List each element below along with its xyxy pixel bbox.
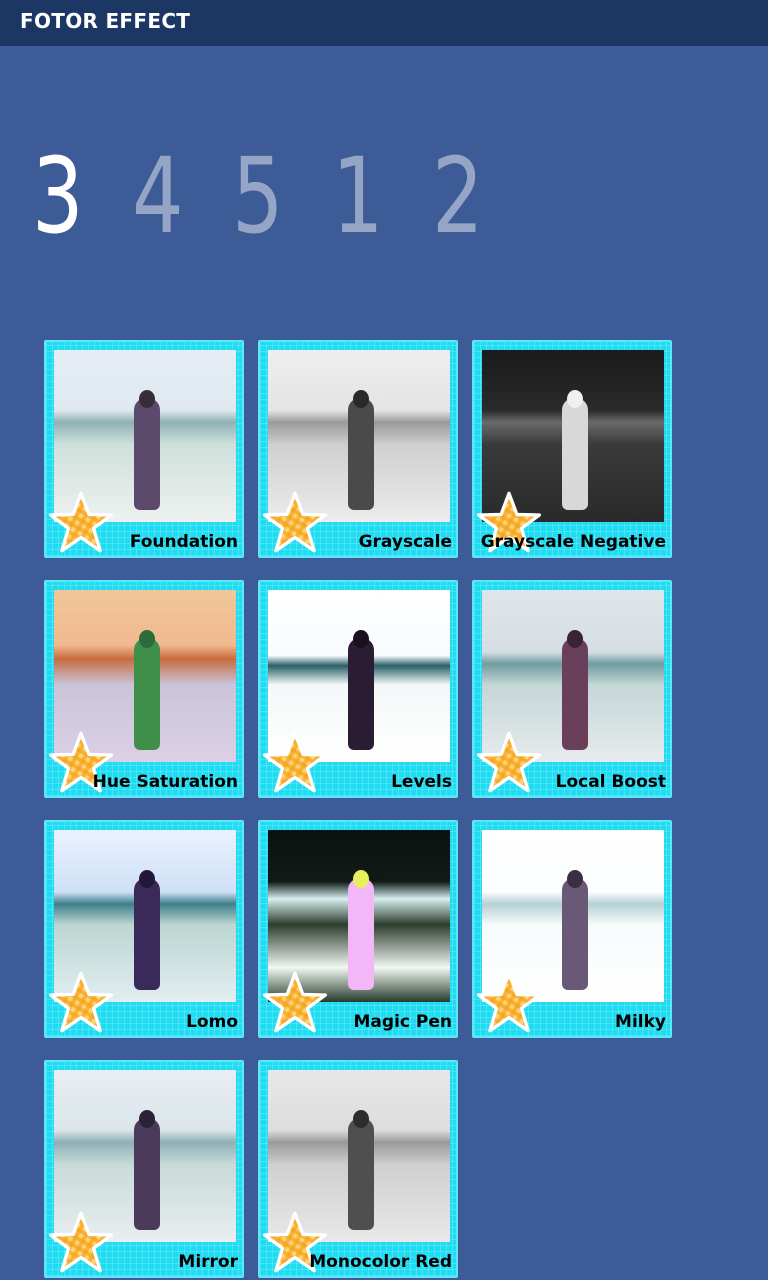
effect-label: Levels	[391, 772, 452, 792]
star-icon	[48, 490, 114, 556]
effect-label: Hue Saturation	[92, 772, 238, 792]
app-title: FOTOR EFFECT	[20, 9, 191, 33]
star-icon	[262, 490, 328, 556]
star-icon	[476, 970, 542, 1036]
effect-tile-mirror[interactable]: Mirror	[44, 1060, 244, 1278]
effect-label: Foundation	[129, 532, 238, 552]
star-icon	[476, 730, 542, 796]
pivot-header: 3 4 5 1 2	[32, 128, 532, 248]
effect-tile-milky[interactable]: Milky	[472, 820, 672, 1038]
effect-tile-monocolor-red[interactable]: Monocolor Red	[258, 1060, 458, 1278]
effect-label: Grayscale Negative	[480, 532, 666, 552]
pivot-item-3[interactable]: 3	[32, 144, 84, 248]
effect-label: Milky	[615, 1012, 666, 1032]
effect-label: Grayscale	[358, 532, 452, 552]
effect-label: Mirror	[178, 1252, 238, 1272]
effect-tile-levels[interactable]: Levels	[258, 580, 458, 798]
effect-label: Local Boost	[555, 772, 666, 792]
star-icon	[262, 970, 328, 1036]
pivot-item-2[interactable]: 2	[432, 144, 484, 248]
effect-label: Monocolor Red	[309, 1252, 452, 1272]
star-icon	[48, 1210, 114, 1276]
pivot-item-1[interactable]: 1	[332, 144, 384, 248]
effect-tile-grayscale-negative[interactable]: Grayscale Negative	[472, 340, 672, 558]
effect-label: Lomo	[186, 1012, 238, 1032]
pivot-item-4[interactable]: 4	[132, 144, 184, 248]
effect-tile-lomo[interactable]: Lomo	[44, 820, 244, 1038]
effect-tile-magic-pen[interactable]: Magic Pen	[258, 820, 458, 1038]
effect-tile-grayscale[interactable]: Grayscale	[258, 340, 458, 558]
star-icon	[262, 730, 328, 796]
star-icon	[48, 970, 114, 1036]
title-bar: FOTOR EFFECT	[0, 0, 768, 46]
effect-tile-hue-saturation[interactable]: Hue Saturation	[44, 580, 244, 798]
effect-tile-foundation[interactable]: Foundation	[44, 340, 244, 558]
pivot-item-5[interactable]: 5	[232, 144, 284, 248]
effect-label: Magic Pen	[353, 1012, 452, 1032]
effect-tile-local-boost[interactable]: Local Boost	[472, 580, 672, 798]
